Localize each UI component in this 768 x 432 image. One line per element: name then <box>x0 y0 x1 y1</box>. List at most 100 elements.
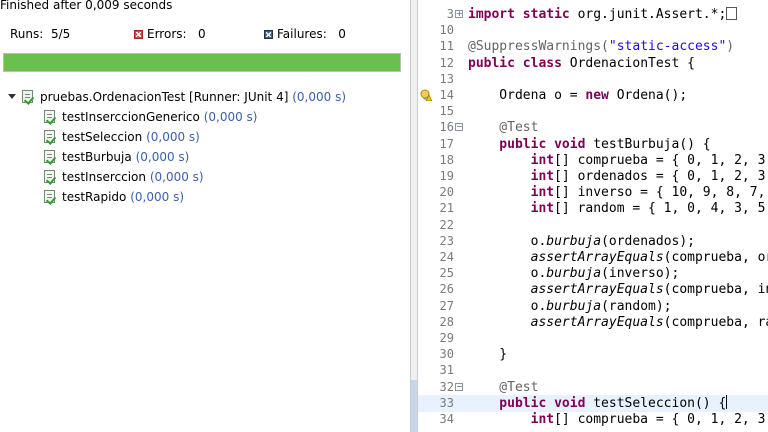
code-line[interactable]: 31 <box>418 362 768 379</box>
code-line[interactable]: 26 assertArrayEquals(comprueba, in <box>418 281 768 298</box>
line-number: 17 <box>439 136 454 151</box>
code-line[interactable]: 3 + import static org.junit.Assert.*; <box>418 6 768 23</box>
code-token: int <box>468 201 555 217</box>
code-token: o. <box>468 298 547 314</box>
code-line[interactable]: 10 <box>418 22 768 39</box>
test-name: testRapido <box>62 190 127 204</box>
run-counters: Runs: 5/5 Errors: 0 Failures: 0 <box>0 22 410 48</box>
folded-code-marker[interactable] <box>726 7 738 20</box>
test-success-icon <box>44 190 58 205</box>
code-text: o.burbuja(random); <box>468 298 672 315</box>
code-text: o.burbuja(inverso); <box>468 265 680 282</box>
code-text: import static org.junit.Assert.*; <box>468 6 738 23</box>
expand-fold-icon[interactable]: + <box>455 10 463 18</box>
code-line[interactable]: 15 <box>418 103 768 120</box>
line-number: 20 <box>439 185 454 200</box>
suite-time: (0,000 s) <box>292 90 347 104</box>
text-cursor <box>726 394 728 409</box>
code-line[interactable]: 20 int[] inverso = { 10, 9, 8, 7, <box>418 184 768 201</box>
code-token: OrdenacionTest { <box>569 55 695 71</box>
collapse-fold-icon[interactable]: − <box>455 123 463 132</box>
test-name: testInserccion <box>62 170 146 184</box>
code-line[interactable]: 19 int[] ordenados = { 0, 1, 2, 3, <box>418 168 768 185</box>
code-line[interactable]: 25 o.burbuja(inverso); <box>418 265 768 282</box>
errors-value: 0 <box>198 27 206 41</box>
line-number: 26 <box>439 282 454 297</box>
line-number: 3 <box>446 7 454 21</box>
code-line[interactable]: 18 int[] comprueba = { 0, 1, 2, 3, <box>418 152 768 169</box>
code-line[interactable]: 32− @Test <box>418 379 768 396</box>
code-line[interactable]: 22 <box>418 217 768 234</box>
code-text: int[] comprueba = { 0, 1, 2, 3, <box>468 411 768 428</box>
code-text: int[] inverso = { 10, 9, 8, 7, <box>468 184 766 201</box>
line-number: 22 <box>439 217 454 232</box>
code-token: [] random = { 1, 0, 4, 3, 5, <box>554 201 768 217</box>
code-token: o. <box>468 233 547 249</box>
test-time: (0,000 s) <box>146 130 200 144</box>
code-token: @Test <box>468 120 539 136</box>
runs-value: 5/5 <box>50 27 71 41</box>
code-line[interactable]: 29 <box>418 330 768 347</box>
test-time: (0,000 s) <box>149 170 204 184</box>
code-line[interactable]: 33 public void testSeleccion() { <box>418 394 768 412</box>
test-time: (0,000 s) <box>130 190 185 204</box>
collapse-fold-icon[interactable]: − <box>455 382 463 391</box>
tree-item-test[interactable]: testInserccionGenerico (0,000 s) <box>44 107 257 127</box>
line-number: 28 <box>439 314 454 329</box>
code-token: org.junit.Assert.*; <box>577 7 727 22</box>
line-number: 29 <box>439 331 454 345</box>
code-token: burbuja <box>546 266 602 282</box>
code-token: public class <box>468 55 562 71</box>
divider-highlight <box>411 380 417 432</box>
suite-name: pruebas.OrdenacionTest [Runner: JUnit 4] <box>40 90 289 104</box>
code-line[interactable]: 11 @SuppressWarnings("static-access") <box>418 38 768 55</box>
code-token: ) <box>726 39 735 55</box>
tree-item-test[interactable]: testRapido (0,000 s) <box>44 187 184 207</box>
code-line[interactable]: 30 } <box>418 346 768 363</box>
code-token: public void <box>468 395 586 411</box>
code-line[interactable]: 16− @Test <box>418 119 768 136</box>
errors-label: Errors: <box>147 27 187 41</box>
collapse-arrow-icon[interactable] <box>8 94 16 99</box>
code-token: public void <box>468 136 586 152</box>
runs-counter: Runs: 5/5 <box>10 27 70 41</box>
line-number: 27 <box>439 298 454 313</box>
failure-icon <box>264 30 273 39</box>
code-line[interactable]: 14 Ordena o = new Ordena(); <box>418 87 768 104</box>
code-line[interactable]: 34 int[] comprueba = { 0, 1, 2, 3, <box>418 411 768 428</box>
line-number: 14 <box>439 88 454 102</box>
test-success-icon <box>44 170 58 185</box>
panel-divider[interactable] <box>410 0 418 432</box>
tree-item-test[interactable]: testBurbuja (0,000 s) <box>44 147 189 167</box>
code-token: int <box>468 185 555 201</box>
test-time: (0,000 s) <box>135 150 190 164</box>
code-text: public class OrdenacionTest { <box>468 55 695 72</box>
code-token: assertArrayEquals <box>468 282 664 298</box>
code-token: (comprueba, ra <box>663 314 768 330</box>
progress-bar <box>3 53 401 72</box>
code-text: int[] random = { 1, 0, 4, 3, 5, <box>468 200 768 217</box>
code-line[interactable]: 13 <box>418 71 768 88</box>
code-text: @Test <box>468 119 538 136</box>
tree-item-suite[interactable]: pruebas.OrdenacionTest [Runner: JUnit 4]… <box>8 87 346 107</box>
code-line[interactable]: 17 public void testBurbuja() { <box>418 136 768 153</box>
code-token: burbuja <box>546 298 602 314</box>
code-line[interactable]: 27 o.burbuja(random); <box>418 298 768 315</box>
code-text: int[] ordenados = { 0, 1, 2, 3, <box>468 168 768 185</box>
line-number: 13 <box>439 71 454 86</box>
tree-item-test[interactable]: testSeleccion (0,000 s) <box>44 127 200 147</box>
code-line[interactable]: 12 public class OrdenacionTest { <box>418 55 768 72</box>
code-token: Ordena o = <box>468 88 586 103</box>
line-number: 31 <box>439 363 454 378</box>
code-line[interactable]: 28 assertArrayEquals(comprueba, ra <box>418 314 768 331</box>
code-line[interactable]: 21 int[] random = { 1, 0, 4, 3, 5, <box>418 200 768 217</box>
code-text: } <box>468 346 507 363</box>
code-token: (comprueba, in <box>663 282 768 298</box>
failures-value: 0 <box>338 27 346 41</box>
code-line[interactable]: 23 o.burbuja(ordenados); <box>418 233 768 250</box>
junit-panel: Finished after 0,009 seconds Runs: 5/5 E… <box>0 0 410 432</box>
code-editor[interactable]: 3 + import static org.junit.Assert.*; 10 11 @… <box>418 0 768 432</box>
line-number: 10 <box>439 23 454 38</box>
code-line[interactable]: 24 assertArrayEquals(comprueba, or <box>418 249 768 266</box>
tree-item-test[interactable]: testInserccion (0,000 s) <box>44 167 204 187</box>
